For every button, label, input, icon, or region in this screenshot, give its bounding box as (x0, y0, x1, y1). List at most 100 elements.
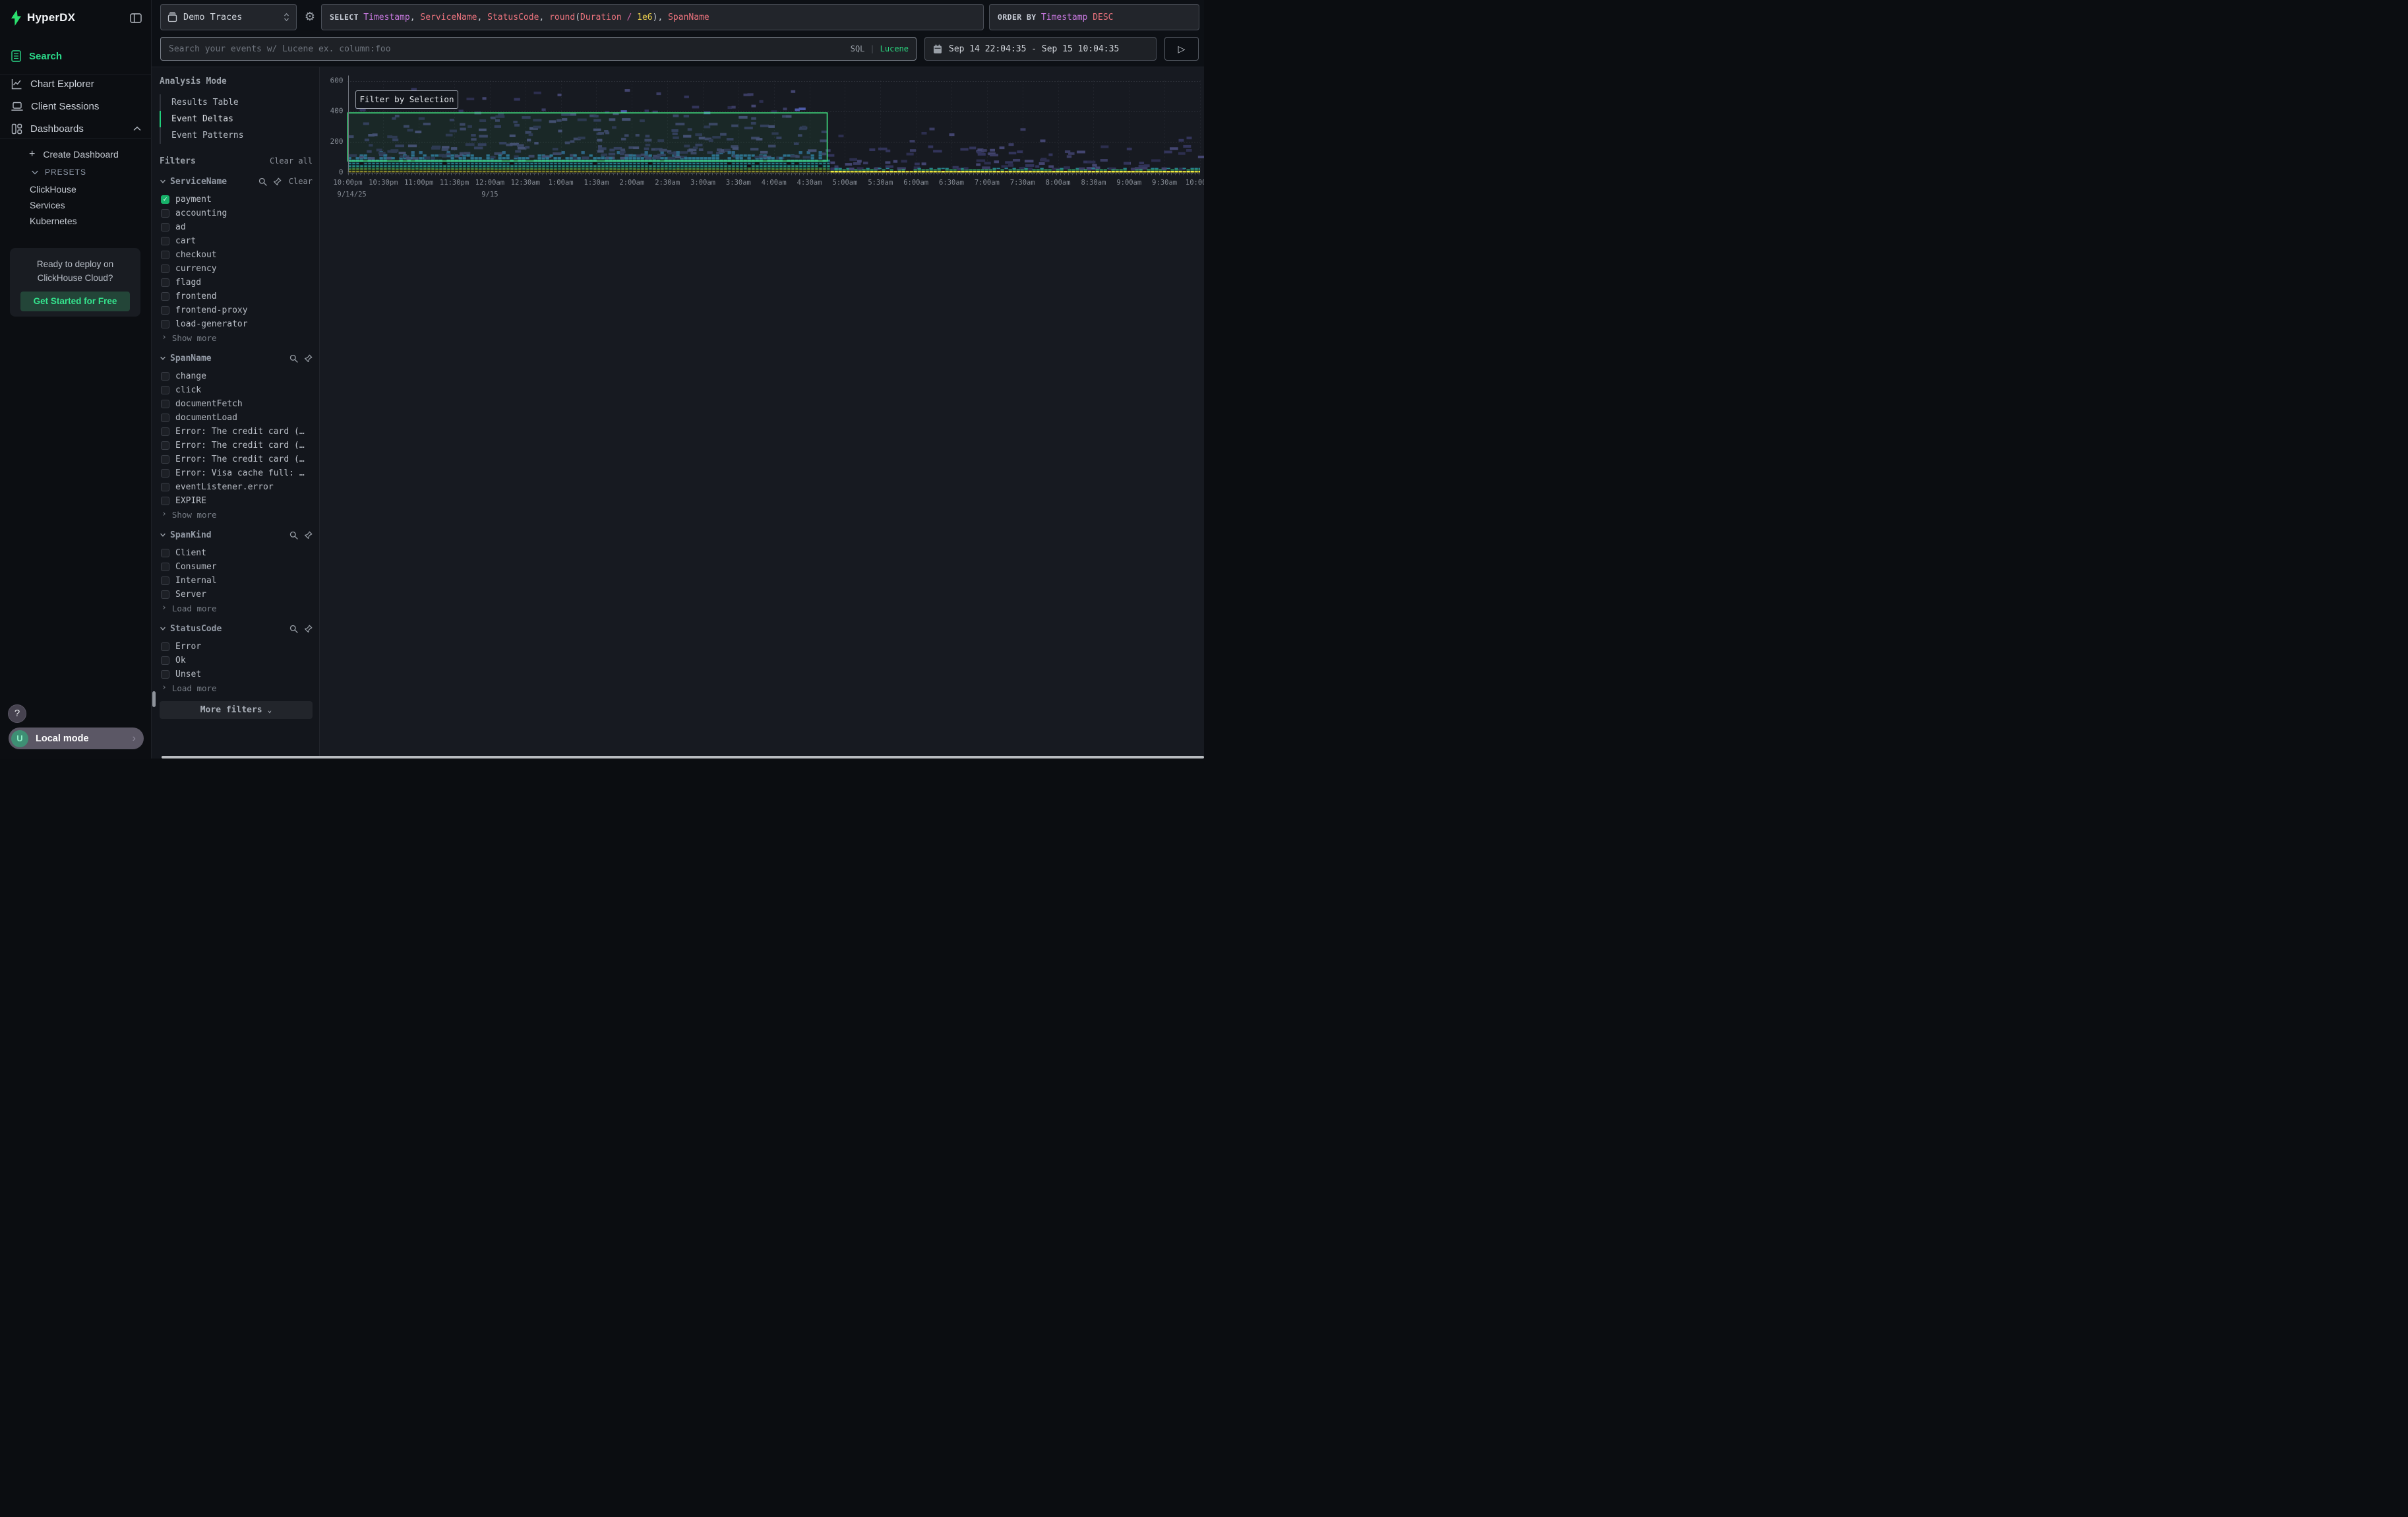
checkbox[interactable] (161, 372, 169, 381)
checkbox[interactable] (161, 414, 169, 422)
chevron-down-icon[interactable] (160, 355, 166, 361)
horizontal-scrollbar[interactable] (162, 756, 1204, 758)
filter-option-ad[interactable]: ad (160, 220, 313, 234)
checkbox[interactable] (161, 497, 169, 505)
checkbox[interactable] (161, 209, 169, 218)
order-by-input[interactable]: ORDER BY Timestamp DESC (989, 4, 1199, 30)
filter-option-accounting[interactable]: accounting (160, 206, 313, 220)
filter-option-eventlistener-error[interactable]: eventListener.error (160, 480, 313, 494)
filter-option-frontend[interactable]: frontend (160, 290, 313, 303)
preset-services[interactable]: Services (0, 197, 152, 213)
checkbox[interactable] (161, 642, 169, 651)
search-input[interactable] (160, 37, 917, 61)
run-query-button[interactable]: ▷ (1164, 37, 1199, 61)
checkbox[interactable] (161, 278, 169, 287)
panel-scrollbar-thumb[interactable] (152, 691, 156, 707)
checkbox[interactable] (161, 306, 169, 315)
select-clause-input[interactable]: SELECT Timestamp, ServiceName, StatusCod… (321, 4, 984, 30)
filter-option-error-the-credit-card-[interactable]: Error: The credit card (… (160, 439, 313, 452)
filter-option-ok[interactable]: Ok (160, 654, 313, 667)
checkbox[interactable] (161, 264, 169, 273)
filter-option-error-visa-cache-full-[interactable]: Error: Visa cache full: … (160, 466, 313, 480)
presets-toggle[interactable]: PRESETS (0, 164, 152, 180)
local-mode-button[interactable]: U Local mode › (9, 728, 144, 749)
load-more-button[interactable]: ›Load more (160, 681, 313, 695)
pin-icon[interactable] (304, 354, 313, 363)
analysis-mode-event-patterns[interactable]: Event Patterns (160, 127, 313, 144)
checkbox[interactable] (161, 656, 169, 665)
search-icon[interactable] (258, 177, 267, 186)
sidebar-item-dashboards[interactable]: Dashboards (0, 119, 152, 139)
checkbox[interactable] (161, 251, 169, 259)
filter-option-flagd[interactable]: flagd (160, 276, 313, 290)
analysis-mode-event-deltas[interactable]: Event Deltas (160, 111, 313, 127)
search-icon[interactable] (289, 531, 298, 540)
analysis-mode-results-table[interactable]: Results Table (160, 94, 313, 111)
gear-icon[interactable]: ⚙ (302, 9, 318, 24)
checkbox[interactable] (161, 441, 169, 450)
filter-option-client[interactable]: Client (160, 546, 313, 560)
sidebar-item-client-sessions[interactable]: Client Sessions (0, 96, 152, 116)
help-button[interactable]: ? (8, 704, 26, 723)
filter-option-error[interactable]: Error (160, 640, 313, 654)
checkbox[interactable] (161, 590, 169, 599)
checkbox[interactable] (161, 386, 169, 394)
get-started-button[interactable]: Get Started for Free (20, 292, 130, 311)
preset-clickhouse[interactable]: ClickHouse (0, 181, 152, 197)
filter-by-selection-button[interactable]: Filter by Selection (355, 90, 458, 109)
checkbox[interactable] (161, 400, 169, 408)
data-source-select[interactable]: Demo Traces (160, 4, 297, 30)
filter-option-internal[interactable]: Internal (160, 574, 313, 588)
checkbox[interactable] (161, 469, 169, 478)
filter-option-unset[interactable]: Unset (160, 667, 313, 681)
checkbox[interactable] (161, 670, 169, 679)
filter-option-documentfetch[interactable]: documentFetch (160, 397, 313, 411)
filter-option-documentload[interactable]: documentLoad (160, 411, 313, 425)
time-range-picker[interactable]: Sep 14 22:04:35 - Sep 15 10:04:35 (924, 37, 1157, 61)
filter-option-error-the-credit-card-[interactable]: Error: The credit card (… (160, 452, 313, 466)
sidebar-item-search[interactable]: Search (0, 46, 152, 66)
filter-option-server[interactable]: Server (160, 588, 313, 602)
filter-option-change[interactable]: change (160, 369, 313, 383)
clear-all-button[interactable]: Clear all (270, 156, 313, 166)
checkbox[interactable] (161, 292, 169, 301)
checkbox[interactable] (161, 237, 169, 245)
filter-option-checkout[interactable]: checkout (160, 248, 313, 262)
checkbox[interactable] (161, 455, 169, 464)
checkbox[interactable] (161, 427, 169, 436)
create-dashboard-button[interactable]: + Create Dashboard (0, 146, 152, 162)
filter-option-expire[interactable]: EXPIRE (160, 494, 313, 508)
checkbox-checked[interactable]: ✓ (161, 195, 169, 204)
pin-icon[interactable] (304, 531, 313, 540)
preset-kubernetes[interactable]: Kubernetes (0, 213, 152, 229)
more-filters-button[interactable]: More filters⌄ (160, 701, 313, 719)
checkbox[interactable] (161, 563, 169, 571)
lucene-toggle[interactable]: Lucene (880, 44, 909, 53)
checkbox[interactable] (161, 483, 169, 491)
filter-option-currency[interactable]: currency (160, 262, 313, 276)
show-more-button[interactable]: ›Show more (160, 508, 313, 521)
filter-option-consumer[interactable]: Consumer (160, 560, 313, 574)
chevron-down-icon[interactable] (160, 178, 166, 185)
clear-filter-button[interactable]: Clear (289, 177, 313, 186)
collapse-sidebar-icon[interactable] (130, 13, 142, 23)
checkbox[interactable] (161, 549, 169, 557)
pin-icon[interactable] (304, 625, 313, 633)
sql-toggle[interactable]: SQL (851, 44, 865, 53)
filter-option-cart[interactable]: cart (160, 234, 313, 248)
filter-option-click[interactable]: click (160, 383, 313, 397)
sidebar-item-chart-explorer[interactable]: Chart Explorer (0, 74, 152, 94)
filter-option-error-the-credit-card-[interactable]: Error: The credit card (… (160, 425, 313, 439)
chevron-down-icon[interactable] (160, 625, 166, 632)
checkbox[interactable] (161, 576, 169, 585)
checkbox[interactable] (161, 223, 169, 232)
checkbox[interactable] (161, 320, 169, 328)
filter-option-frontend-proxy[interactable]: frontend-proxy (160, 303, 313, 317)
filter-option-load-generator[interactable]: load-generator (160, 317, 313, 331)
search-icon[interactable] (289, 354, 298, 363)
show-more-button[interactable]: ›Show more (160, 331, 313, 344)
chevron-down-icon[interactable] (160, 532, 166, 538)
filter-option-payment[interactable]: ✓payment (160, 193, 313, 206)
pin-icon[interactable] (273, 177, 282, 186)
search-icon[interactable] (289, 625, 298, 633)
